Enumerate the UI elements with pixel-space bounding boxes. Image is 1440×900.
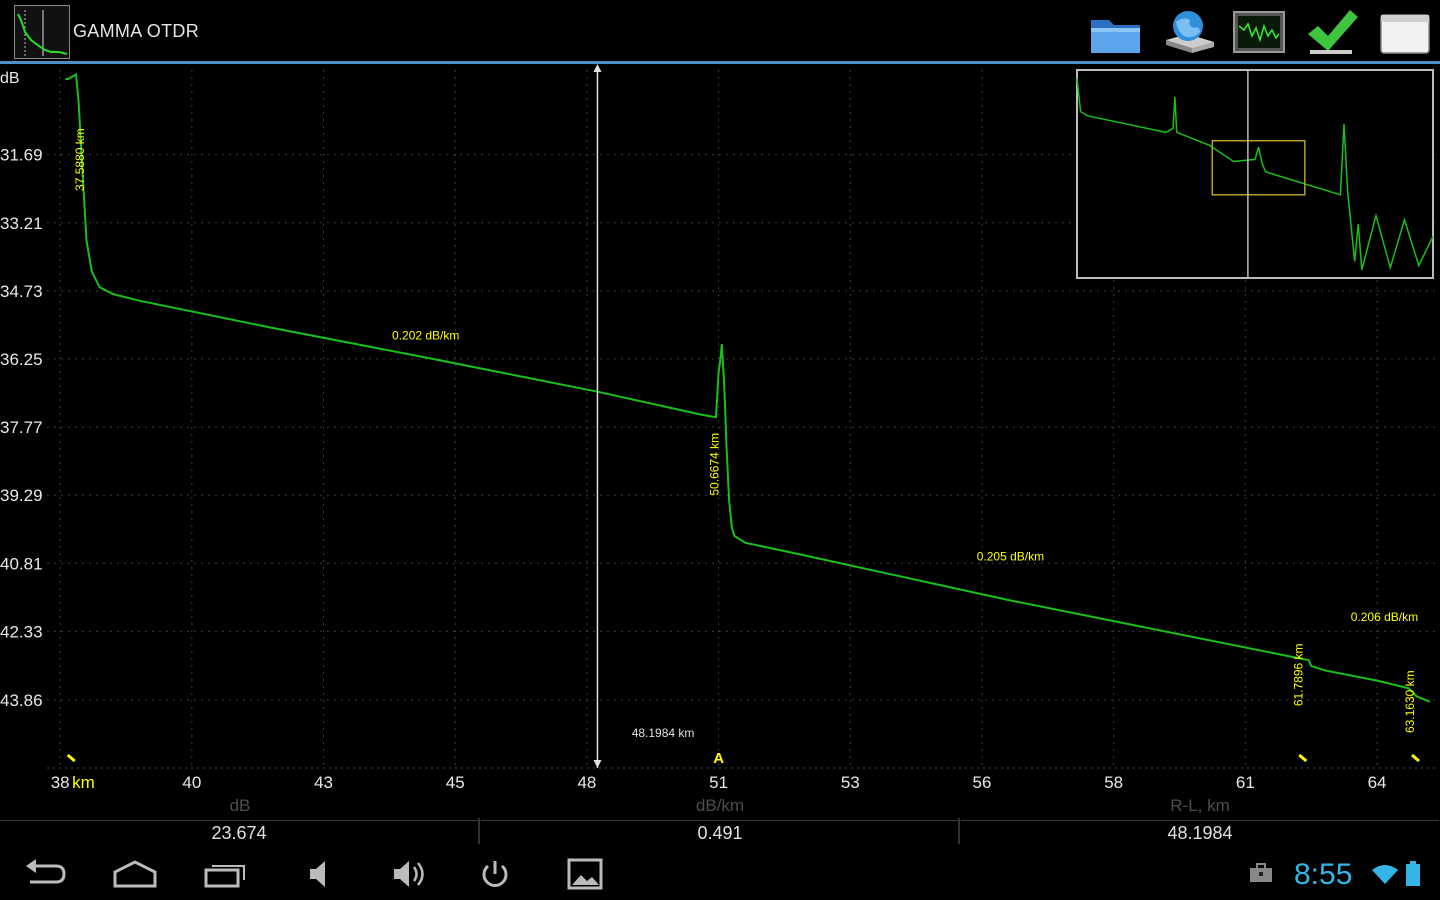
screenshot-button[interactable] [560,856,610,892]
globe-drive-icon [1166,11,1214,53]
readout-divider [478,818,480,844]
x-tick-label: 61 [1236,773,1255,792]
event-marker[interactable] [1411,753,1420,763]
image-icon [567,858,603,890]
power-button[interactable] [470,856,520,892]
top-action-bar: GAMMA OTDR [0,0,1440,62]
event-distance-label: 50.6674 km [708,433,722,496]
x-tick-label: 58 [1104,773,1123,792]
y-axis-label: dB [0,70,20,87]
network-drive-button[interactable] [1162,6,1218,58]
recent-apps-icon [204,865,245,888]
readout-label-range: R-L, km [1170,796,1230,815]
power-icon [482,861,508,887]
app-title: GAMMA OTDR [73,21,200,41]
volume-down-button[interactable] [296,856,346,892]
home-button[interactable] [110,856,160,892]
readout-value-db: 23.674 [0,820,478,845]
attenuation-label: 48.1984 km [632,726,695,740]
y-tick-label: 34.73 [0,282,43,301]
readout-value-db-per-km: 0.491 [481,820,959,845]
home-icon [113,860,157,888]
cursor-a-marker[interactable]: A [713,750,724,767]
y-tick-label: 39.29 [0,486,43,505]
readout-value-range: 48.1984 [961,820,1439,845]
attenuation-label: 0.205 dB/km [977,550,1044,564]
battery-icon [1404,860,1422,888]
app-logo-icon [14,5,70,59]
y-tick-label: 37.77 [0,418,43,437]
event-marker[interactable] [1298,753,1308,763]
y-tick-label: 36.25 [0,350,43,369]
x-tick-label: 43 [314,773,333,792]
overview-minimap[interactable] [1076,69,1434,279]
check-icon [1308,10,1358,54]
trace-monitor-icon [1233,11,1285,53]
x-tick-label: 38 [51,773,70,792]
readout-divider [958,818,960,844]
volume-up-button[interactable] [384,856,434,892]
measurement-readout: dB dB/km R-L, km 23.674 0.491 48.1984 [0,796,1440,846]
x-tick-label: 45 [446,773,465,792]
status-clock: 8:55 [1294,858,1353,891]
folder-icon [1091,20,1140,53]
y-tick-label: 40.81 [0,554,43,573]
attenuation-label: 0.202 dB/km [392,329,459,343]
confirm-button[interactable] [1304,6,1360,58]
volume-up-icon [394,861,424,887]
attenuation-label: 0.206 dB/km [1351,610,1418,624]
readout-label-db-per-km: dB/km [695,796,745,815]
x-axis-unit-label: km [72,773,95,792]
open-folder-button[interactable] [1088,6,1144,58]
briefcase-icon [1248,860,1274,886]
x-tick-label: 56 [973,773,992,792]
x-tick-label: 48 [577,773,596,792]
system-navigation-bar [0,848,1440,900]
y-tick-label: 42.33 [0,622,43,641]
back-arrow-icon [26,859,66,884]
x-tick-label: 64 [1368,773,1387,792]
window-icon [1380,14,1430,54]
event-distance-label: 63.1630 km [1403,670,1417,733]
cursor-top-arrow [593,64,602,72]
y-tick-label: 43.86 [0,691,43,710]
readout-label-db: dB [229,796,251,815]
recent-apps-button[interactable] [200,856,250,892]
volume-down-icon [310,861,325,887]
trace-view-button[interactable] [1232,6,1288,58]
y-tick-label: 31.69 [0,146,43,165]
x-tick-label: 53 [841,773,860,792]
wifi-icon [1370,862,1400,886]
back-button[interactable] [20,856,70,892]
blank-window-button[interactable] [1378,6,1434,58]
y-tick-label: 33.21 [0,214,43,233]
cursor-bottom-arrow [593,760,602,768]
event-marker[interactable] [66,753,76,763]
otdr-trace-chart[interactable]: 31.69 33.21 34.73 36.25 37.77 39.29 40.81 42.33… [0,64,1440,792]
event-distance-label: 37.5880 km [73,128,87,191]
x-tick-label: 51 [709,773,728,792]
x-tick-label: 40 [182,773,201,792]
event-distance-label: 61.7896 km [1291,643,1305,706]
